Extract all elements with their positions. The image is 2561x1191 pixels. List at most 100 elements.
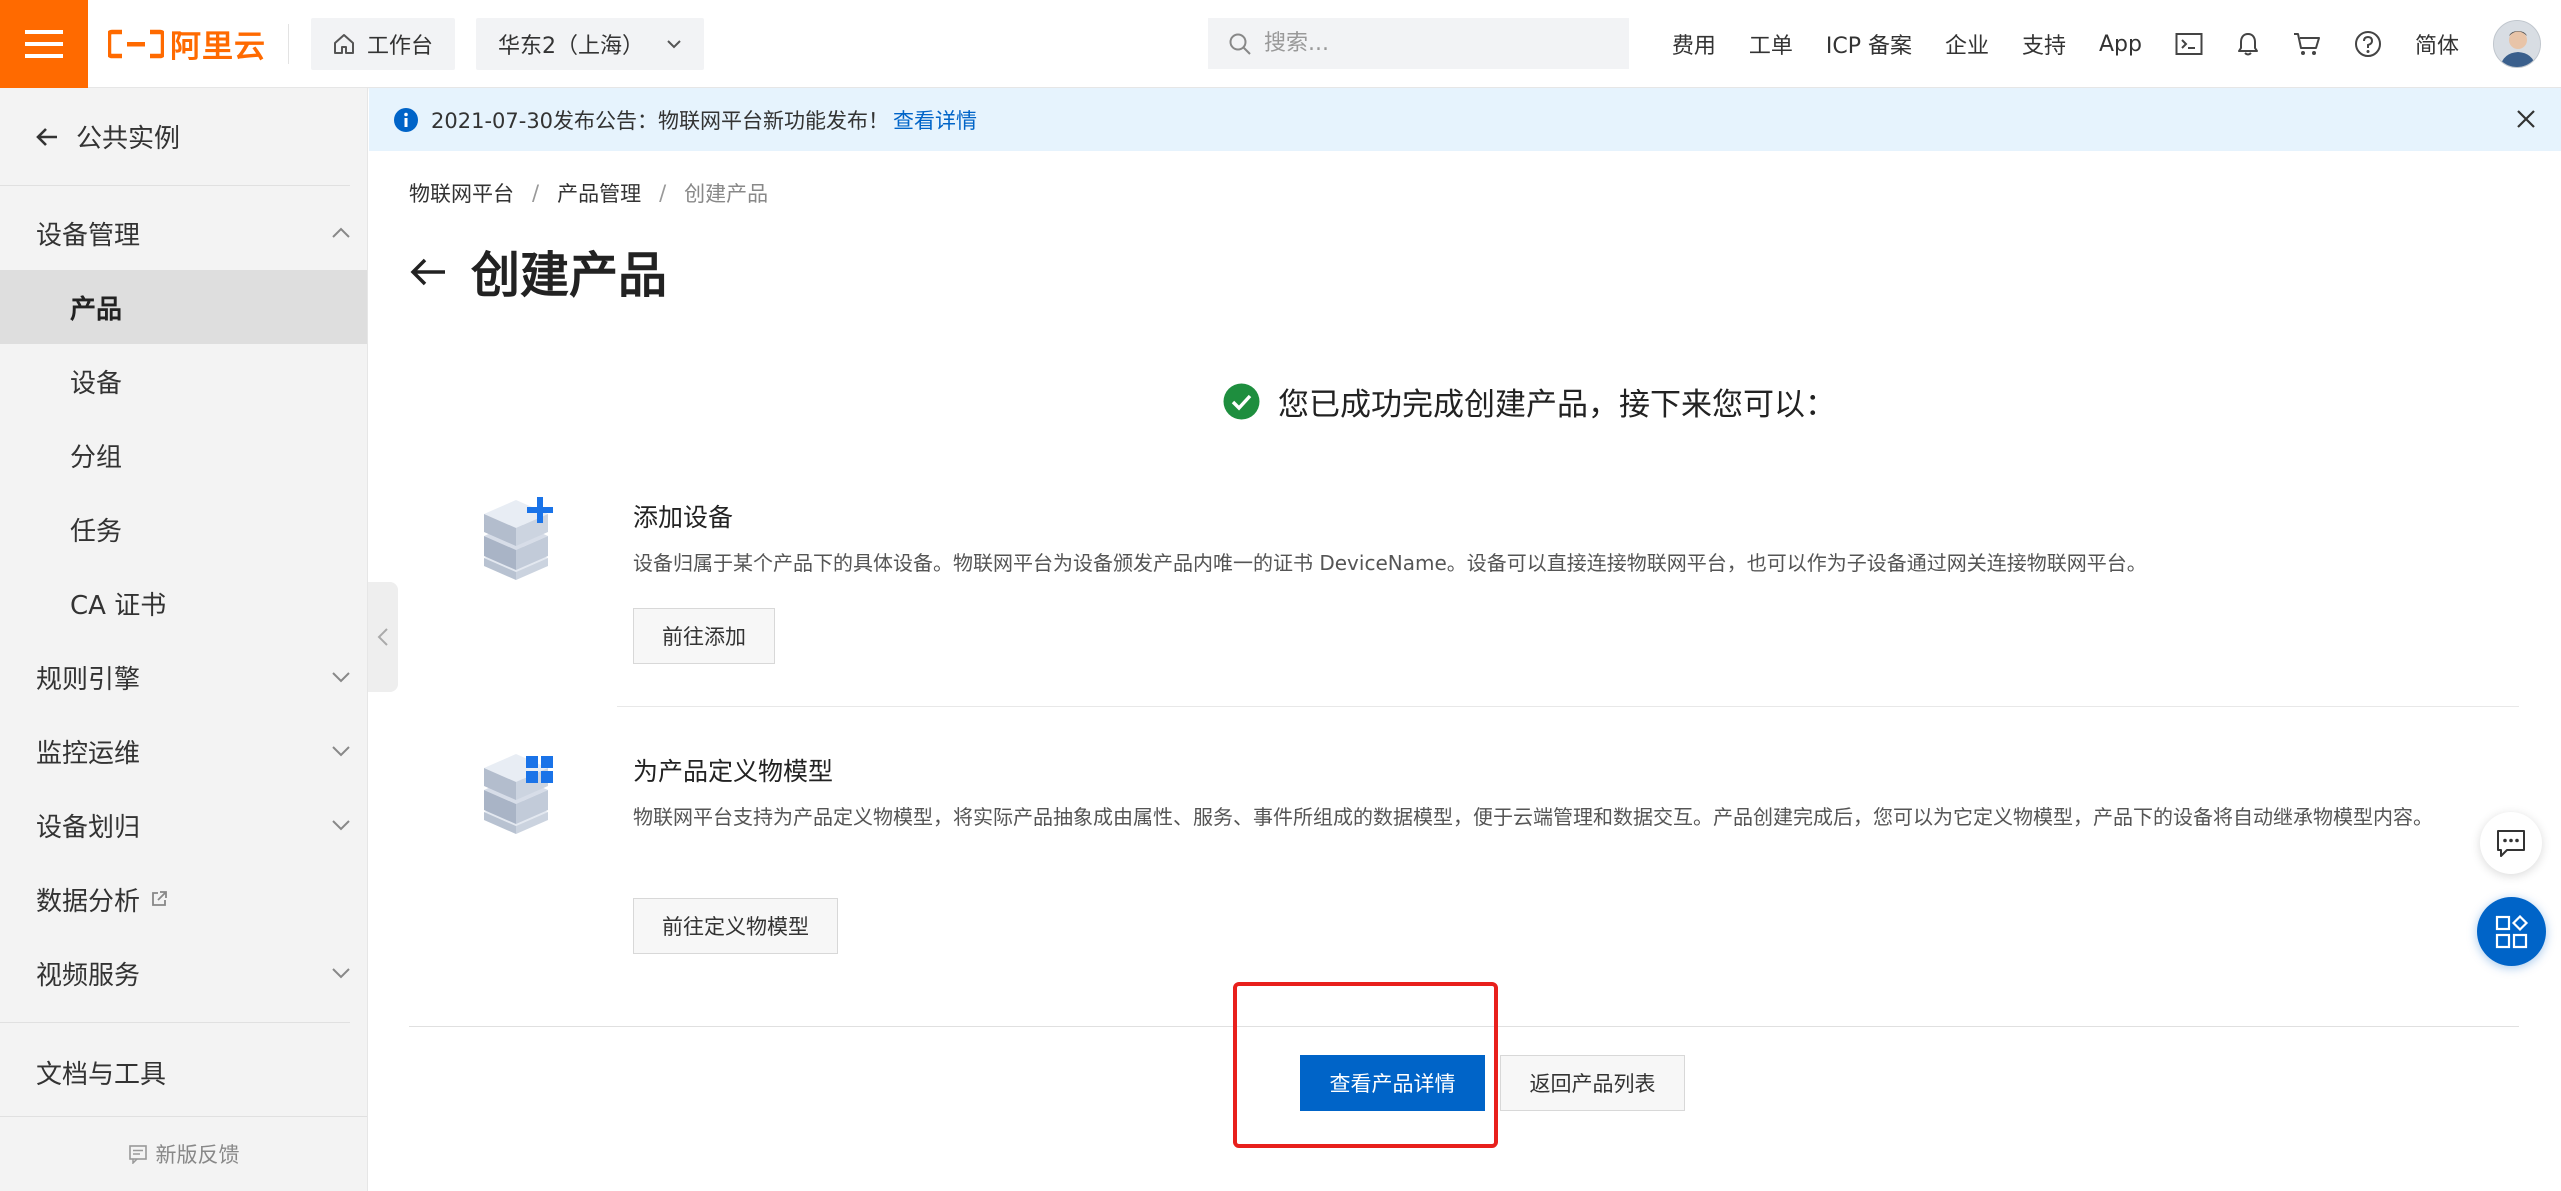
workbench-button[interactable]: 工作台 [311,17,456,70]
sidebar-item-task[interactable]: 任务 [0,492,367,566]
notification-button[interactable] [2236,31,2260,57]
sidebar-group-label: 文档与工具 [36,1059,167,1090]
sidebar-item-label: 产品 [70,294,123,325]
back-to-instances[interactable]: 公共实例 [0,88,350,186]
icp-link[interactable]: ICP 备案 [1826,28,1912,60]
sidebar-group-label: 监控运维 [36,738,141,769]
apps-grid-icon [2495,914,2528,948]
back-to-product-list-button[interactable]: 返回产品列表 [1500,1055,1685,1111]
sidebar-item-ca[interactable]: CA 证书 [0,566,367,640]
top-navigation-bar: 阿里云 工作台 华东2（上海） 费用 工单 ICP 备案 企业 支持 App [0,0,2561,88]
aliyun-logo-text: 阿里云 [170,29,266,65]
step-divider [617,706,2519,707]
support-link[interactable]: 支持 [2022,28,2066,60]
breadcrumb-separator: / [532,181,540,205]
check-circle-icon [1223,383,1260,420]
sidebar-group-label: 设备划归 [36,812,141,843]
chat-support-button[interactable] [2480,812,2542,874]
enterprise-link[interactable]: 企业 [1945,28,1989,60]
page-title: 创建产品 [471,247,668,304]
chat-icon [2497,830,2525,857]
define-model-title: 为产品定义物模型 [633,757,834,786]
define-model-description: 物联网平台支持为产品定义物模型，将实际产品抽象成由属性、服务、事件所组成的数据模… [633,805,2433,829]
announcement-banner: 2021-07-30发布公告：物联网平台新功能发布！ 查看详情 [369,88,2561,151]
chevron-down-icon [667,39,681,48]
add-device-illustration-icon [484,497,553,580]
aliyun-logo[interactable]: 阿里云 [108,23,289,65]
menu-button[interactable] [0,0,88,88]
thing-model-illustration-icon [484,754,553,834]
quick-apps-button[interactable] [2477,897,2546,966]
chevron-down-icon [332,672,350,683]
footer-divider [409,1026,2519,1027]
home-icon [334,33,354,54]
region-label: 华东2（上海） [498,33,645,59]
back-label: 公共实例 [76,124,181,154]
announcement-detail-link[interactable]: 查看详情 [893,105,977,135]
sidebar-group-monitor[interactable]: 监控运维 [0,714,367,788]
announcement-close-button[interactable] [2515,108,2537,130]
sidebar-group-allocation[interactable]: 设备划归 [0,788,367,862]
sidebar-item-label: CA 证书 [70,590,167,621]
aliyun-logo-icon [108,29,164,58]
sidebar-group-analytics[interactable]: 数据分析 [0,862,367,936]
breadcrumb-product-mgmt[interactable]: 产品管理 [557,178,641,208]
chevron-down-icon [332,968,350,979]
feedback-label: 新版反馈 [155,1143,240,1167]
help-icon [2354,31,2381,57]
success-text: 您已成功完成创建产品，接下来您可以： [1278,387,1836,423]
sidebar-group-label: 数据分析 [36,886,141,917]
app-link[interactable]: App [2099,32,2142,57]
sidebar-group-docs[interactable]: 文档与工具 [0,1035,367,1109]
sidebar-group-label: 设备管理 [36,220,141,251]
cost-link[interactable]: 费用 [1672,28,1716,60]
top-right-links: 费用 工单 ICP 备案 企业 支持 App 简体 [1639,0,2561,88]
region-selector[interactable]: 华东2（上海） [476,17,705,70]
help-button[interactable] [2354,30,2382,58]
sidebar-item-label: 分组 [70,442,123,473]
sidebar-item-group[interactable]: 分组 [0,418,367,492]
go-add-device-button[interactable]: 前往添加 [633,608,775,664]
go-define-model-button[interactable]: 前往定义物模型 [633,898,838,954]
bell-icon [2237,33,2258,56]
page-back-button[interactable] [409,256,447,288]
sidebar-item-label: 设备 [70,368,123,399]
user-avatar[interactable] [2493,20,2541,68]
sidebar-item-product[interactable]: 产品 [0,270,367,344]
sidebar-item-device[interactable]: 设备 [0,344,367,418]
chevron-up-icon [332,227,350,238]
arrow-left-icon [36,127,57,146]
close-icon [2517,110,2535,128]
chevron-down-icon [332,746,350,757]
external-link-icon [152,891,167,906]
announcement-text: 2021-07-30发布公告：物联网平台新功能发布！ [431,108,890,133]
sidebar-divider [0,1022,350,1023]
success-message: 您已成功完成创建产品，接下来您可以： [1223,379,1836,424]
chevron-left-icon [377,628,388,646]
feedback-button[interactable]: 新版反馈 [0,1116,367,1191]
breadcrumb-separator: / [659,181,667,205]
sidebar-group-device-mgmt[interactable]: 设备管理 [0,196,367,270]
search-icon [1229,33,1251,55]
add-device-description: 设备归属于某个产品下的具体设备。物联网平台为设备颁发产品内唯一的证书 Devic… [633,551,2147,575]
cart-button[interactable] [2293,31,2321,57]
breadcrumb-iot-platform[interactable]: 物联网平台 [409,178,514,208]
sidebar-group-label: 视频服务 [36,960,141,991]
cloud-shell-button[interactable] [2175,32,2203,56]
feedback-icon [128,1145,147,1164]
hamburger-icon [25,29,63,58]
user-avatar-icon [2494,21,2540,67]
workbench-label: 工作台 [367,33,434,59]
ticket-link[interactable]: 工单 [1749,28,1793,60]
view-product-detail-button[interactable]: 查看产品详情 [1300,1055,1485,1111]
search-input[interactable] [1264,31,1594,56]
sidebar-group-rules[interactable]: 规则引擎 [0,640,367,714]
sidebar: 公共实例 设备管理 产品 设备 分组 任务 CA 证书 规则引擎 监控运维 设备… [0,88,368,1191]
breadcrumb-current: 创建产品 [684,182,769,206]
language-switch[interactable]: 简体 [2415,28,2459,60]
sidebar-collapse-handle[interactable] [368,582,398,692]
terminal-icon [2175,33,2203,55]
sidebar-group-video[interactable]: 视频服务 [0,936,367,1010]
global-search[interactable] [1208,18,1629,69]
arrow-left-icon [410,258,445,285]
